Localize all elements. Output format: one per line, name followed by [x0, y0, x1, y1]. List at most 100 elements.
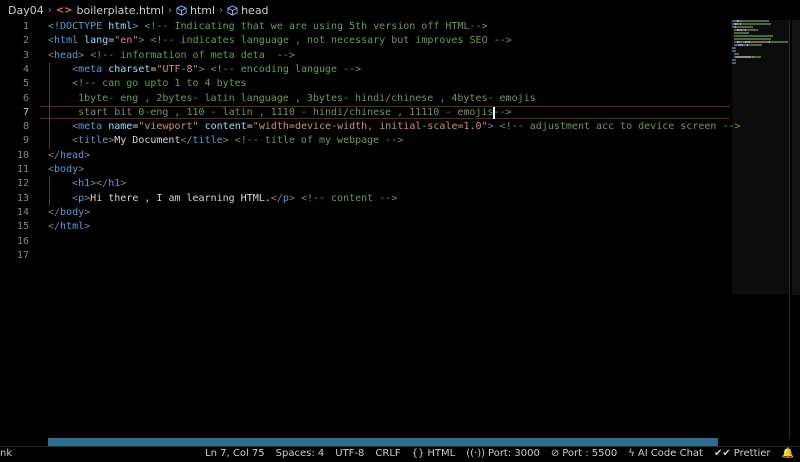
- code-text: <meta charset="UTF-8"> <!-- encoding lan…: [72, 63, 361, 77]
- editor-window: Day04 › <> boilerplate.html › html › hea…: [0, 0, 800, 462]
- code-token: </: [270, 192, 283, 204]
- code-line[interactable]: 11 <body>: [0, 163, 800, 177]
- ai-code-chat[interactable]: ϟ AI Code Chat: [628, 448, 703, 459]
- code-line[interactable]: 6 1byte- eng , 2bytes- latin language , …: [0, 92, 800, 106]
- minimap-token: [753, 56, 761, 58]
- code-token: <!-- adjustment acc to device screen -->: [499, 121, 741, 133]
- minimap-row: [732, 68, 788, 70]
- line-number: 10: [16, 149, 29, 161]
- line-number: 11: [16, 164, 29, 175]
- prettier-label: Prettier: [733, 448, 771, 459]
- code-token: h1: [78, 178, 91, 190]
- minimap-row: [732, 53, 788, 55]
- code-editor[interactable]: 1 <!DOCTYPE html> <!-- Indicating that we…: [0, 20, 800, 438]
- code-token: html: [60, 221, 85, 233]
- minimap-row: [732, 29, 788, 31]
- code-text: <body>: [48, 163, 84, 177]
- code-line[interactable]: 5 <!-- can go upto 1 to 4 bytes: [0, 77, 800, 91]
- code-line[interactable]: 16: [0, 235, 800, 249]
- code-token: html: [54, 35, 79, 47]
- code-token: body: [54, 164, 79, 175]
- code-token: content: [204, 121, 247, 133]
- code-text: <!-- can go upto 1 to 4 bytes: [72, 77, 247, 91]
- html-file-icon: <>: [55, 4, 73, 16]
- line-number: 5: [22, 78, 29, 90]
- code-line[interactable]: 3 <head> <!-- information of meta deta --…: [0, 49, 800, 63]
- minimap-row: [732, 47, 788, 49]
- file-encoding[interactable]: UTF-8: [335, 448, 364, 459]
- breadcrumb-folder[interactable]: Day04: [8, 4, 44, 17]
- port-5500[interactable]: ⊘ Port : 5500: [551, 448, 617, 459]
- port-3000[interactable]: ((·)) Port: 3000: [466, 448, 540, 459]
- notifications-bell[interactable]: 🔔: [782, 448, 797, 459]
- code-line[interactable]: 4 <meta charset="UTF-8"> <!-- encoding la…: [0, 63, 800, 77]
- port-3000-label: Port: 3000: [488, 448, 540, 459]
- code-token: </: [180, 135, 193, 147]
- vertical-scrollbar[interactable]: [789, 20, 800, 438]
- block-icon: ⊘: [550, 448, 560, 459]
- line-number: 13: [16, 192, 29, 204]
- code-token: </: [48, 221, 61, 233]
- minimap-row: [732, 38, 788, 40]
- line-number: 15: [16, 221, 29, 233]
- line-ending[interactable]: CRLF: [375, 448, 400, 459]
- minimap-token: [735, 56, 751, 58]
- minimap-token: [735, 62, 736, 64]
- minimap-row: [732, 41, 788, 43]
- line-number: 12: [16, 178, 29, 190]
- code-line[interactable]: 17: [0, 249, 800, 263]
- code-line[interactable]: 15 </html>: [0, 220, 800, 234]
- horizontal-scrollbar-thumb[interactable]: [48, 438, 718, 446]
- indentation-setting[interactable]: Spaces: 4: [276, 448, 325, 459]
- code-line[interactable]: 2 <html lang="en"> <!-- indicates languag…: [0, 34, 800, 48]
- minimap[interactable]: [732, 20, 788, 72]
- code-text: <p>Hi there , I am learning HTML.</p> <!…: [72, 192, 397, 206]
- code-token: <!-- information of meta deta -->: [90, 49, 295, 61]
- code-line[interactable]: 10 </head>: [0, 149, 800, 163]
- line-number: 17: [16, 249, 29, 261]
- minimap-row: [732, 35, 788, 37]
- code-line[interactable]: 9 <title>My Document</title> <!-- title o…: [0, 134, 800, 148]
- code-text: <title>My Document</title> <!-- title of…: [72, 134, 403, 148]
- language-mode[interactable]: {} HTML: [412, 448, 456, 459]
- code-token: name: [108, 121, 133, 133]
- prettier[interactable]: ✔✔ Prettier: [714, 448, 771, 459]
- minimap-row: [732, 59, 788, 61]
- code-line[interactable]: 8 <meta name="viewport" content="width=de…: [0, 120, 800, 134]
- minimap-token: [735, 59, 736, 61]
- broadcast-icon: ((·)): [466, 448, 486, 459]
- code-token: body: [60, 206, 85, 218]
- code-text: <h1></h1>: [72, 177, 126, 191]
- lightning-icon: ϟ: [628, 448, 635, 459]
- code-token: meta: [78, 121, 103, 133]
- minimap-token: [747, 44, 762, 46]
- cursor-position[interactable]: Ln 7, Col 75: [205, 448, 265, 459]
- minimap-row: [732, 44, 788, 46]
- code-line[interactable]: 13 <p>Hi there , I am learning HTML.</p> …: [0, 192, 800, 206]
- breadcrumb-file[interactable]: <> boilerplate.html: [56, 4, 164, 17]
- code-token: <!-- content -->: [300, 192, 398, 204]
- language-mode-label: HTML: [427, 448, 456, 459]
- line-number: 7: [22, 106, 29, 118]
- code-text: start bit 0-eng , 110 - latin , 1110 - h…: [72, 106, 511, 120]
- code-token: "viewport": [138, 121, 199, 133]
- minimap-token: [740, 20, 769, 22]
- code-line[interactable]: 1 <!DOCTYPE html> <!-- Indicating that we…: [0, 20, 800, 34]
- line-number: 6: [22, 92, 29, 104]
- code-text: <meta name="viewport" content="width=dev…: [72, 120, 740, 134]
- vertical-scrollbar-thumb[interactable]: [792, 20, 800, 295]
- code-line[interactable]: 14 </body>: [0, 206, 800, 220]
- code-line[interactable]: 12 <h1></h1>: [0, 177, 800, 191]
- minimap-row: [732, 56, 788, 58]
- breadcrumb-symbol-head[interactable]: head: [227, 4, 269, 17]
- minimap-row: [732, 26, 788, 28]
- code-token: head: [54, 49, 79, 61]
- bell-icon: 🔔: [781, 448, 794, 459]
- status-left-item[interactable]: nk: [0, 448, 12, 459]
- symbol-cube-icon: [227, 4, 238, 16]
- breadcrumb-symbol-html[interactable]: html: [176, 4, 215, 17]
- chevron-right-icon: ›: [219, 4, 224, 16]
- code-line[interactable]: 7 start bit 0-eng , 110 - latin , 1110 -…: [0, 106, 800, 120]
- braces-icon: {}: [411, 448, 425, 459]
- minimap-row: [732, 32, 788, 34]
